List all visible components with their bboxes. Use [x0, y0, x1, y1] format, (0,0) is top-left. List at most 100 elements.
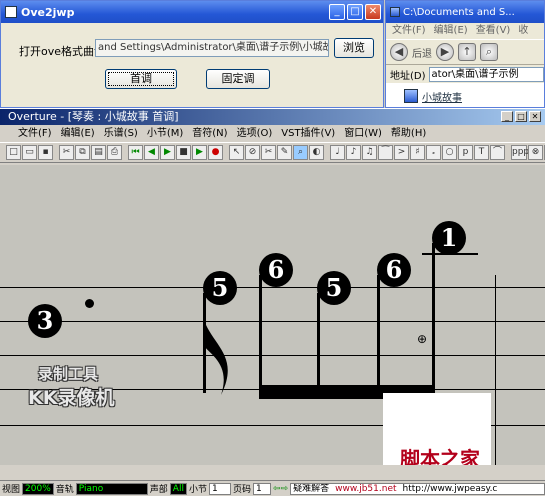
text-tool-icon[interactable]: T: [474, 145, 489, 160]
explorer-menu-view[interactable]: 查看(V): [476, 23, 511, 39]
scissors-tool-icon[interactable]: ✂: [261, 145, 276, 160]
overture-window: Overture - [琴奏 : 小城故事 首调] _ □ ✕ 文件(F) 编辑…: [0, 108, 545, 496]
copy-icon[interactable]: ⧉: [75, 145, 90, 160]
slur-icon[interactable]: ⌒: [490, 145, 505, 160]
play-icon[interactable]: ▶: [192, 145, 207, 160]
print-icon[interactable]: ⎙: [107, 145, 122, 160]
menu-edit[interactable]: 编辑(E): [61, 125, 95, 142]
sharp-icon[interactable]: ♯: [410, 145, 425, 160]
back-label[interactable]: 后退: [412, 45, 432, 60]
explorer-title: C:\Documents and S...: [403, 6, 515, 18]
fixed-key-button[interactable]: 固定调: [206, 69, 270, 89]
menu-file[interactable]: 文件(F): [18, 125, 52, 142]
minimize-icon[interactable]: _: [329, 4, 345, 20]
maximize-icon[interactable]: □: [347, 4, 363, 20]
dynamics-icon[interactable]: p: [458, 145, 473, 160]
speaker-tool-icon[interactable]: ◐: [309, 145, 324, 160]
open-folder-icon[interactable]: ▭: [22, 145, 37, 160]
folder-icon: [390, 7, 400, 17]
recorder-watermark-line2: KK录像机: [28, 387, 115, 409]
ppp-dynamic-icon[interactable]: ppp: [511, 145, 529, 160]
note-head[interactable]: 6: [259, 253, 293, 287]
voice-select[interactable]: All: [169, 482, 187, 495]
dialog-titlebar[interactable]: Ove2jwp: [1, 1, 383, 23]
measure-field[interactable]: 1: [208, 482, 231, 495]
overture-minimize-icon[interactable]: _: [501, 111, 513, 122]
view-label: 视图: [2, 485, 21, 495]
app-icon: [5, 6, 17, 18]
help-label[interactable]: 疑难解答: [293, 484, 329, 494]
menu-options[interactable]: 选项(O): [237, 125, 273, 142]
overture-titlebar[interactable]: Overture - [琴奏 : 小城故事 首调] _ □ ✕: [0, 109, 545, 125]
menu-measure[interactable]: 小节(M): [147, 125, 183, 142]
open-ove-label: 打开ove格式曲谱: [19, 45, 106, 58]
page-field[interactable]: 1: [252, 482, 271, 495]
explorer-menu-edit[interactable]: 编辑(E): [434, 23, 468, 39]
track-label: 音轨: [55, 485, 74, 495]
half-note-icon[interactable]: 𝅗: [426, 145, 441, 160]
menu-window[interactable]: 窗口(W): [344, 125, 382, 142]
explorer-menu-favorites[interactable]: 收: [518, 23, 528, 39]
beamed-notes-icon[interactable]: ♫: [362, 145, 377, 160]
note-head[interactable]: 5: [317, 271, 351, 305]
menu-vst[interactable]: VST插件(V): [281, 125, 335, 142]
menu-help[interactable]: 帮助(H): [391, 125, 426, 142]
staff-line: [0, 355, 545, 356]
menu-note[interactable]: 音符(N): [192, 125, 227, 142]
quarter-note-icon[interactable]: ♩: [330, 145, 345, 160]
pencil-tool-icon[interactable]: ✎: [277, 145, 292, 160]
note-head[interactable]: 1: [432, 221, 466, 255]
cut-icon[interactable]: ✂: [59, 145, 74, 160]
browse-button[interactable]: 浏览: [334, 38, 374, 58]
new-file-icon[interactable]: □: [6, 145, 21, 160]
score-area[interactable]: 3 5 6 5 6 1 ⊕ 录制工具 KK录像机 脚本之家: [0, 165, 545, 465]
save-icon[interactable]: ▪: [38, 145, 53, 160]
overture-toolbar: □ ▭ ▪ ✂ ⧉ ▤ ⎙ ⏮ ◀ ▶ ■ ▶ ● ↖ ⊘ ✂ ✎ ⌕ ◐ ♩ …: [0, 143, 545, 163]
overture-maximize-icon[interactable]: □: [515, 111, 527, 122]
flag-icon: [203, 317, 228, 395]
paste-icon[interactable]: ▤: [91, 145, 106, 160]
page-label: 页码: [232, 485, 251, 495]
ove-path-field[interactable]: and Settings\Administrator\桌面\谱子示例\小城故事.…: [95, 39, 329, 57]
eighth-note-icon[interactable]: ♪: [346, 145, 361, 160]
nav-arrows-icon[interactable]: ⇦⇨: [273, 484, 288, 494]
menu-score[interactable]: 乐谱(S): [104, 125, 138, 142]
rewind-icon[interactable]: ⏮: [128, 145, 143, 160]
note-head[interactable]: 3: [28, 304, 62, 338]
note-head[interactable]: 6: [377, 253, 411, 287]
ove2jwp-dialog: Ove2jwp _ □ ✕ 打开ove格式曲谱 and Settings\Adm…: [0, 0, 384, 108]
arrow-tool-icon[interactable]: ↖: [229, 145, 244, 160]
whole-note-icon[interactable]: ○: [442, 145, 457, 160]
record-icon[interactable]: ●: [208, 145, 223, 160]
zoom-select[interactable]: 200%: [22, 482, 54, 495]
mute-icon[interactable]: ⊗: [528, 145, 543, 160]
zoom-tool-icon[interactable]: ⌕: [293, 145, 308, 160]
first-key-button[interactable]: 首调: [105, 69, 177, 89]
eraser-tool-icon[interactable]: ⊘: [245, 145, 260, 160]
overture-close-icon[interactable]: ✕: [529, 111, 541, 122]
back-arrow-icon[interactable]: ◀: [390, 43, 408, 61]
instrument-select[interactable]: Piano: [75, 482, 148, 495]
forward-arrow-icon[interactable]: ▶: [436, 43, 454, 61]
status-bar: 视图 200% 音轨 Piano 声部 All 小节 1 页码 1 ⇦⇨ 疑难解…: [0, 480, 545, 496]
accent-icon[interactable]: >: [394, 145, 409, 160]
note-head[interactable]: 5: [203, 271, 237, 305]
file-item[interactable]: 小城故事: [386, 83, 544, 107]
step-back-icon[interactable]: ◀: [144, 145, 159, 160]
explorer-menu: 文件(F) 编辑(E) 查看(V) 收: [386, 23, 544, 39]
file-name[interactable]: 小城故事: [422, 89, 462, 104]
address-input[interactable]: ator\桌面\谱子示例: [428, 66, 544, 82]
stop-icon[interactable]: ■: [176, 145, 191, 160]
help-url[interactable]: http://www.jwpeasy.c: [403, 484, 498, 494]
up-folder-icon[interactable]: ↑: [458, 43, 476, 61]
dot-icon: [85, 299, 94, 308]
explorer-titlebar[interactable]: C:\Documents and S...: [386, 1, 544, 23]
measure-label: 小节: [188, 485, 207, 495]
step-forward-icon[interactable]: ▶: [160, 145, 175, 160]
explorer-nav: ◀ 后退 ▶ ↑ ⌕: [386, 39, 544, 65]
zoom-cursor-icon: ⊕: [417, 332, 428, 346]
tie-icon[interactable]: ⁀: [378, 145, 393, 160]
explorer-menu-file[interactable]: 文件(F): [392, 23, 426, 39]
search-icon[interactable]: ⌕: [480, 43, 498, 61]
close-icon[interactable]: ✕: [365, 4, 381, 20]
